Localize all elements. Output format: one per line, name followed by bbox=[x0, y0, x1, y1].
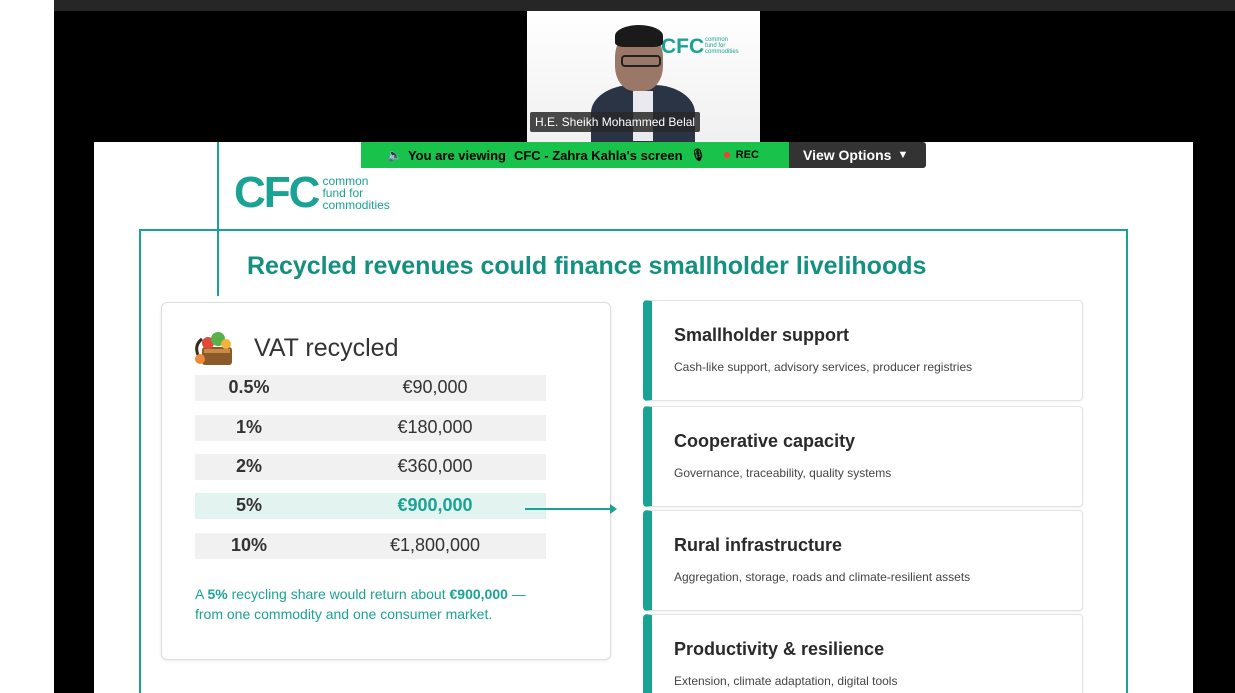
rec-dot-icon bbox=[723, 152, 730, 158]
card-title: Cooperative capacity bbox=[674, 431, 856, 451]
note-mid: recycling share would return about bbox=[227, 586, 450, 602]
video-wall-logo: CFC bbox=[661, 35, 705, 58]
view-options-button[interactable]: View Options ▼ bbox=[789, 142, 926, 168]
vat-row-amount: €900,000 bbox=[397, 495, 473, 515]
participant-video[interactable]: CFC common fund for commodities H.E. She… bbox=[527, 11, 760, 142]
vat-note: A 5% recycling share would return about … bbox=[195, 584, 555, 624]
vat-row-pct: 2% bbox=[235, 456, 262, 476]
viewing-label: You are viewing bbox=[407, 147, 506, 163]
vat-row-highlighted: 5% €900,000 bbox=[195, 493, 546, 519]
video-wall-logo-line: commodities bbox=[705, 49, 739, 55]
note-prefix: A bbox=[195, 586, 208, 602]
slide-title: Recycled revenues could finance smallhol… bbox=[247, 252, 927, 280]
vat-row-amount: €360,000 bbox=[397, 456, 473, 476]
video-wall-logo-subtext: common fund for commodities bbox=[705, 37, 739, 55]
card-desc: Cash-like support, advisory services, pr… bbox=[674, 360, 973, 374]
vat-row-pct: 0.5% bbox=[228, 377, 270, 397]
cfc-logo: CFC common fund for commodities bbox=[234, 168, 390, 218]
speaker-glasses bbox=[621, 55, 661, 67]
arrow-icon bbox=[525, 504, 617, 514]
card-title: Productivity & resilience bbox=[674, 639, 885, 659]
vat-recycled-card: VAT recycled 0.5% €90,000 1% €180,000 2%… bbox=[161, 302, 611, 660]
mic-muted-icon: 🎙 bbox=[690, 148, 706, 162]
vat-row-amount: €90,000 bbox=[402, 377, 468, 397]
chevron-down-icon: ▼ bbox=[897, 149, 909, 161]
vat-row-pct: 1% bbox=[235, 417, 262, 437]
top-bar bbox=[54, 0, 1235, 11]
card-desc: Aggregation, storage, roads and climate-… bbox=[674, 570, 971, 584]
funding-card: Cooperative capacity Governance, traceab… bbox=[643, 406, 1083, 507]
vat-row: 2% €360,000 bbox=[195, 454, 546, 480]
cfc-logo-line: commodities bbox=[322, 198, 390, 212]
speaker-icon: 🔈 bbox=[387, 148, 402, 162]
card-desc: Extension, climate adaptation, digital t… bbox=[674, 674, 898, 688]
note-amount: €900,000 bbox=[449, 586, 508, 602]
vat-row-pct: 5% bbox=[235, 495, 262, 515]
screen-share-banner: 🔈 You are viewing CFC - Zahra Kahla's sc… bbox=[361, 142, 789, 168]
vat-row-amount: €1,800,000 bbox=[389, 535, 481, 555]
left-white-strip bbox=[0, 0, 54, 693]
vat-row: 10% €1,800,000 bbox=[195, 533, 546, 559]
shared-slide: CFC common fund for commodities Recycled… bbox=[94, 142, 1193, 693]
vat-row-pct: 10% bbox=[230, 535, 268, 555]
funding-card: Smallholder support Cash-like support, a… bbox=[643, 300, 1083, 401]
card-title: Rural infrastructure bbox=[674, 535, 843, 555]
screen-owner: CFC - Zahra Kahla's screen bbox=[513, 147, 683, 163]
note-pct: 5% bbox=[207, 586, 228, 602]
card-title: Smallholder support bbox=[674, 325, 850, 345]
vat-row-amount: €180,000 bbox=[397, 417, 473, 437]
vat-row: 1% €180,000 bbox=[195, 415, 546, 441]
cfc-logo-text: common fund for commodities bbox=[322, 175, 389, 211]
market-basket-icon bbox=[195, 332, 232, 365]
funding-card: Productivity & resilience Extension, cli… bbox=[643, 614, 1083, 693]
rec-label: REC bbox=[735, 149, 759, 161]
speaker-hair bbox=[615, 25, 663, 47]
participant-name-tag: H.E. Sheikh Mohammed Belal bbox=[530, 112, 701, 132]
vat-row: 0.5% €90,000 bbox=[195, 375, 546, 401]
view-options-label: View Options bbox=[803, 147, 892, 163]
funding-card: Rural infrastructure Aggregation, storag… bbox=[643, 510, 1083, 611]
card-desc: Governance, traceability, quality system… bbox=[674, 466, 892, 480]
vat-title: VAT recycled bbox=[254, 334, 399, 362]
cfc-logo-mark: CFC bbox=[234, 168, 320, 217]
